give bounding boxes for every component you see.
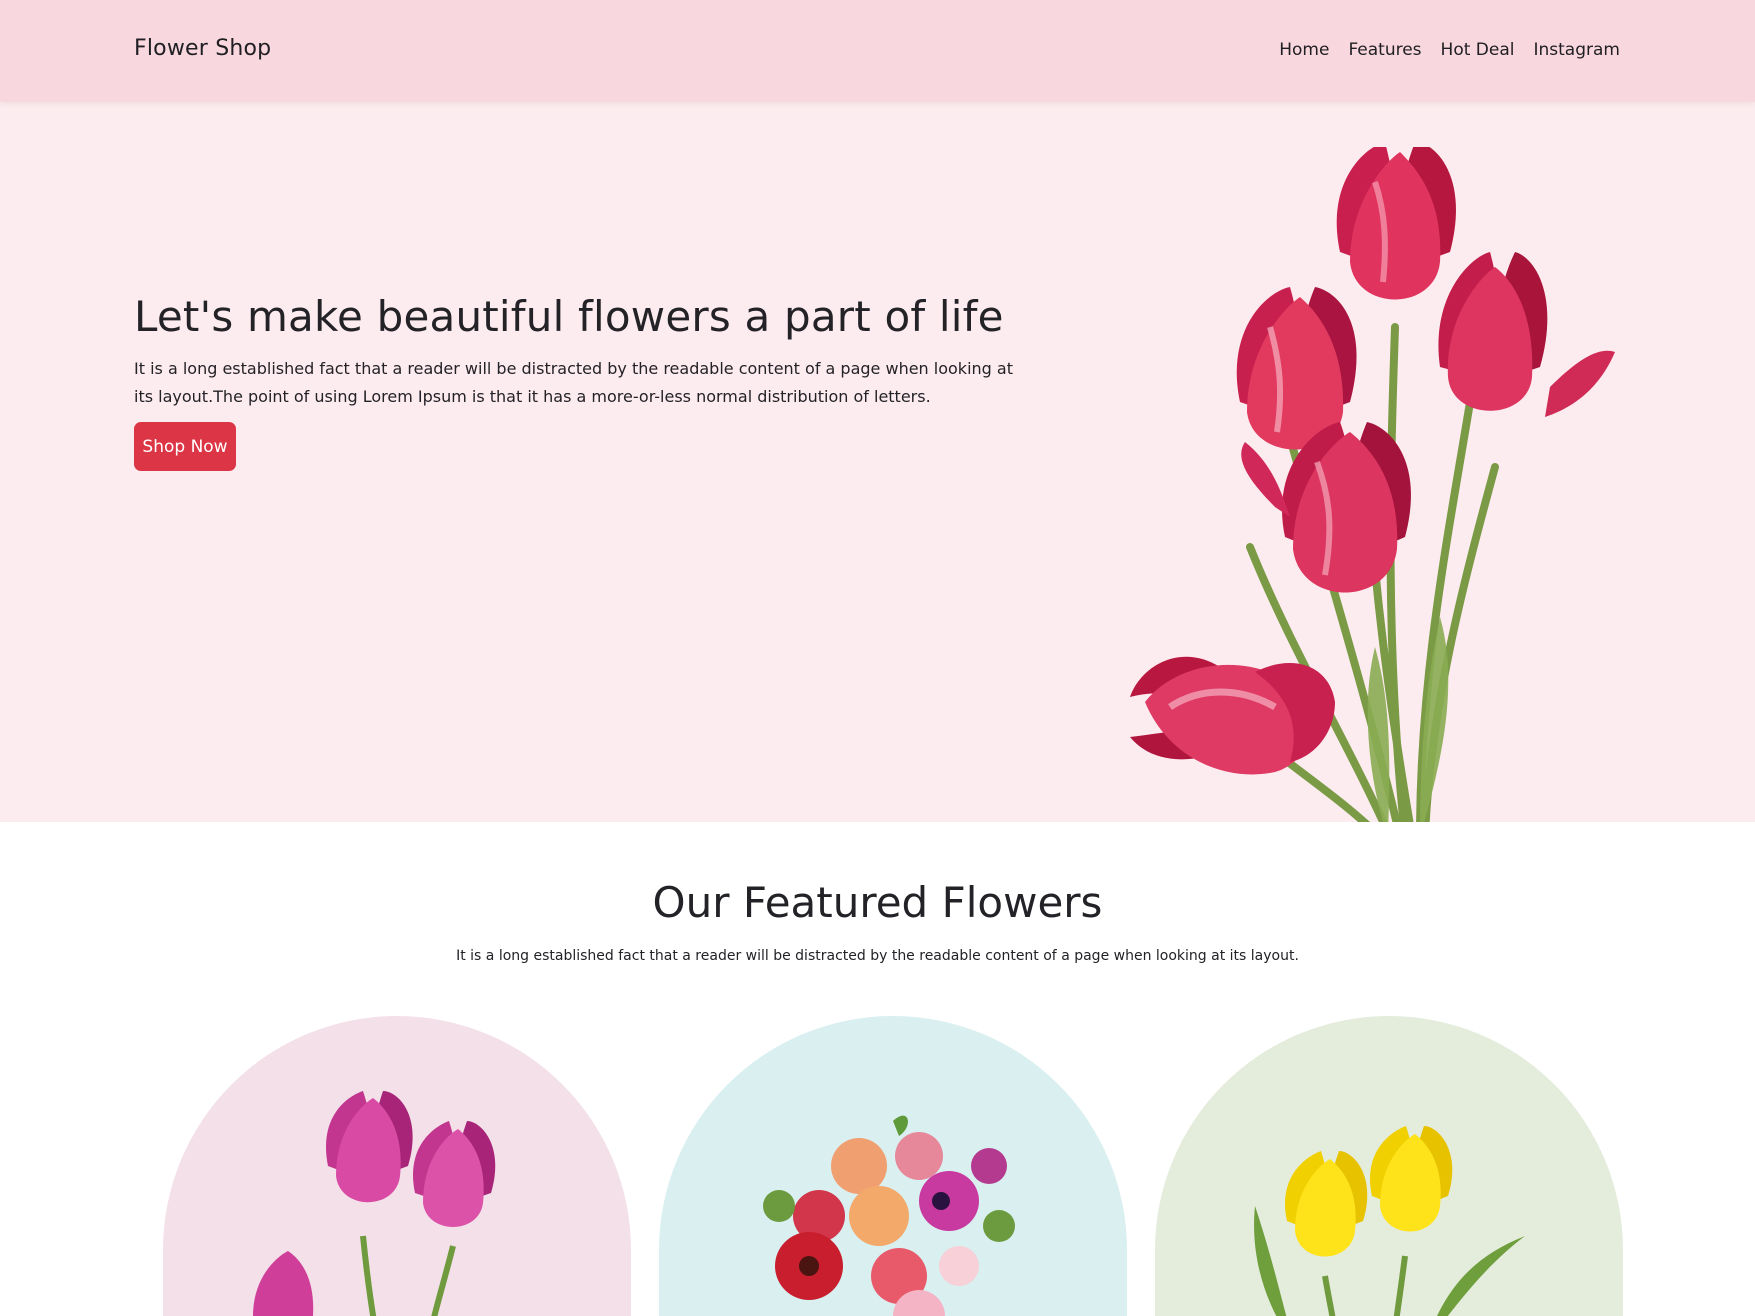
featured-card-yellow-tulips[interactable]	[1155, 1016, 1623, 1316]
yellow-tulips-icon	[1254, 1126, 1525, 1316]
featured-subtitle: It is a long established fact that a rea…	[456, 948, 1299, 964]
nav-link-home[interactable]: Home	[1279, 40, 1329, 60]
shop-now-button[interactable]: Shop Now	[134, 422, 236, 471]
featured-card-mixed-bouquet[interactable]	[659, 1016, 1127, 1316]
hero-title: Let's make beautiful flowers a part of l…	[134, 292, 1004, 341]
pink-tulips-icon	[253, 1091, 496, 1316]
brand-logo-link[interactable]: Flower Shop	[134, 36, 271, 61]
featured-title: Our Featured Flowers	[652, 878, 1103, 927]
nav-link-hot-deal[interactable]: Hot Deal	[1441, 40, 1515, 60]
featured-card-pink-tulips[interactable]	[163, 1016, 631, 1316]
nav-item-hot-deal: Hot Deal	[1441, 40, 1515, 60]
mixed-bouquet-icon	[763, 1115, 1015, 1316]
nav-link-features[interactable]: Features	[1348, 40, 1421, 60]
nav-item-features: Features	[1348, 40, 1421, 60]
navbar: Flower Shop Home Features Hot Deal Insta…	[0, 0, 1755, 102]
hero-description: It is a long established fact that a rea…	[134, 359, 1013, 406]
nav-item-home: Home	[1279, 40, 1329, 60]
nav-item-instagram: Instagram	[1534, 40, 1621, 60]
nav-link-instagram[interactable]: Instagram	[1534, 40, 1621, 60]
featured-section: Our Featured Flowers It is a long establ…	[0, 822, 1755, 1316]
hero-section: Let's make beautiful flowers a part of l…	[0, 102, 1755, 822]
red-tulips-image	[1130, 147, 1615, 822]
nav-menu: Home Features Hot Deal Instagram	[1279, 40, 1620, 60]
